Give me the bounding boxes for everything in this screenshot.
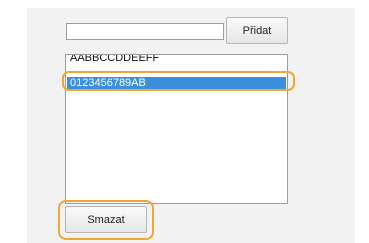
entry-input[interactable] [66, 23, 224, 40]
selection-callout-outline [62, 71, 295, 91]
delete-callout-outline [58, 200, 154, 240]
list-item[interactable]: AABBCCDDEEFF [67, 55, 286, 65]
add-button[interactable]: Přidat [226, 17, 288, 44]
address-list-panel: Přidat AABBCCDDEEFF 0123456789AB Smazat [0, 0, 369, 243]
